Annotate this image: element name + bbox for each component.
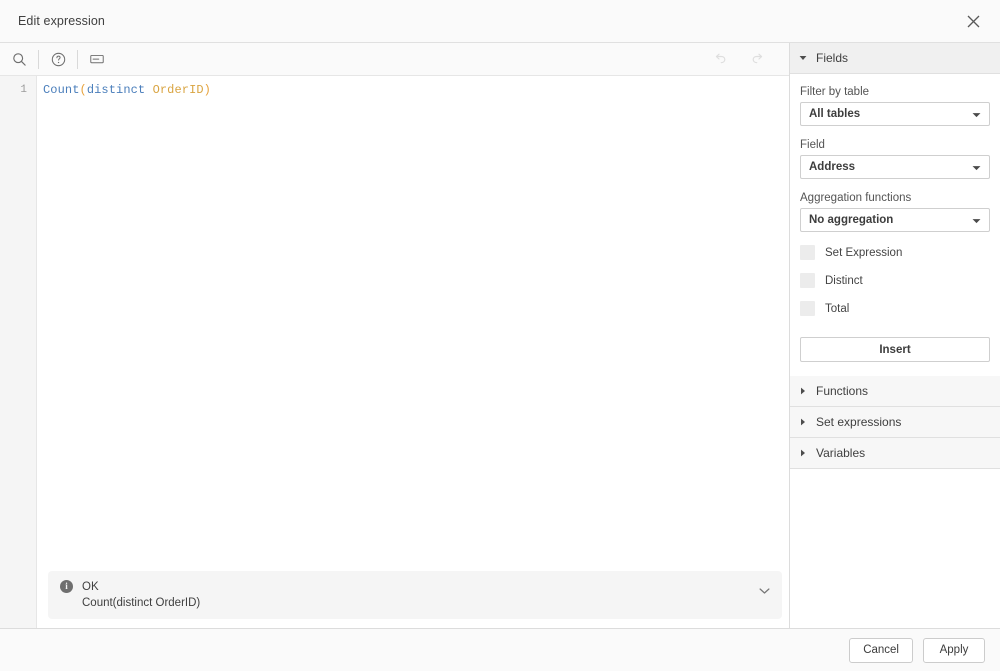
accordion-header-set-expressions[interactable]: Set expressions [790, 407, 1000, 438]
chevron-right-icon [798, 418, 808, 426]
status-badge: OK [82, 580, 99, 593]
close-icon[interactable] [960, 8, 986, 34]
token-field: OrderID [152, 83, 204, 97]
code-line-1: Count(distinct OrderID) [43, 82, 789, 99]
insert-button[interactable]: Insert [800, 337, 990, 362]
accordion-label-variables: Variables [816, 446, 866, 460]
expression-preview: Count(distinct OrderID) [82, 597, 201, 609]
field-value: Address [809, 161, 856, 173]
expression-status-wrapper: i OK Count(distinct OrderID) [48, 571, 782, 619]
token-keyword: distinct [86, 83, 146, 97]
checkbox-label-total: Total [825, 302, 850, 315]
checkbox-row-set-expression[interactable]: Set Expression [800, 245, 990, 260]
accordion-header-functions[interactable]: Functions [790, 376, 1000, 407]
code-pane[interactable]: Count(distinct OrderID) [37, 76, 789, 628]
filter-by-table-label: Filter by table [800, 86, 870, 98]
code-editor[interactable]: 1 Count(distinct OrderID) i OK Count(dis… [0, 76, 789, 628]
chevron-down-icon [798, 55, 808, 61]
expression-status-bar[interactable]: i OK Count(distinct OrderID) [48, 571, 782, 619]
chevron-down-icon [972, 105, 981, 123]
checkbox-total[interactable] [800, 301, 815, 316]
status-first-row: i OK [60, 580, 770, 593]
accordion-label-functions: Functions [816, 384, 869, 398]
chevron-right-icon [798, 387, 808, 395]
editor-toolbar [0, 43, 789, 76]
filter-by-table-value: All tables [809, 108, 861, 120]
checkbox-row-total[interactable]: Total [800, 301, 990, 316]
redo-icon[interactable] [739, 43, 777, 76]
cancel-button[interactable]: Cancel [849, 637, 913, 663]
accordion-header-fields[interactable]: Fields [790, 43, 1000, 74]
checkbox-label-set-expression: Set Expression [825, 246, 903, 259]
dialog-title: Edit expression [18, 14, 105, 28]
dialog-body: 1 Count(distinct OrderID) i OK Count(dis… [0, 43, 1000, 629]
checkbox-distinct[interactable] [800, 273, 815, 288]
chevron-right-icon [798, 449, 808, 457]
aggregation-functions-value: No aggregation [809, 214, 894, 226]
accordion-label-set-expressions: Set expressions [816, 415, 902, 429]
accordion-header-variables[interactable]: Variables [790, 438, 1000, 469]
dialog-titlebar: Edit expression [0, 0, 1000, 43]
aggregation-functions-select[interactable]: No aggregation [800, 208, 990, 232]
token-open-paren: ( [79, 83, 87, 97]
toolbar-right-group [701, 43, 789, 76]
toolbar-left-group [0, 43, 116, 75]
checkbox-label-distinct: Distinct [825, 274, 863, 287]
expression-side-panel: Fields Filter by table All tables Field … [790, 43, 1000, 628]
edit-expression-dialog: Edit expression 1 Count(distinct OrderID… [0, 0, 1000, 671]
field-select[interactable]: Address [800, 155, 990, 179]
line-number-gutter: 1 [0, 76, 37, 628]
expression-editor-column: 1 Count(distinct OrderID) i OK Count(dis… [0, 43, 790, 628]
search-icon[interactable] [0, 43, 38, 76]
chevron-down-icon [972, 158, 981, 176]
token-function: Count [43, 83, 80, 97]
fields-section-body: Filter by table All tables Field Address… [790, 74, 1000, 376]
undo-icon[interactable] [701, 43, 739, 76]
accordion-label-fields: Fields [816, 51, 849, 65]
checkbox-row-distinct[interactable]: Distinct [800, 273, 990, 288]
info-icon: i [60, 580, 73, 593]
token-close-paren: ) [203, 83, 211, 97]
comment-icon[interactable] [78, 43, 116, 76]
help-circle-icon[interactable] [39, 43, 77, 76]
aggregation-functions-label: Aggregation functions [800, 192, 912, 204]
filter-by-table-select[interactable]: All tables [800, 102, 990, 126]
panel-empty-space [790, 469, 1000, 628]
line-number: 1 [20, 84, 27, 96]
dialog-footer: Cancel Apply [0, 629, 1000, 671]
checkbox-set-expression[interactable] [800, 245, 815, 260]
apply-button[interactable]: Apply [923, 637, 985, 663]
field-label: Field [800, 139, 825, 151]
chevron-down-icon [972, 211, 981, 229]
chevron-down-icon[interactable] [759, 582, 770, 600]
